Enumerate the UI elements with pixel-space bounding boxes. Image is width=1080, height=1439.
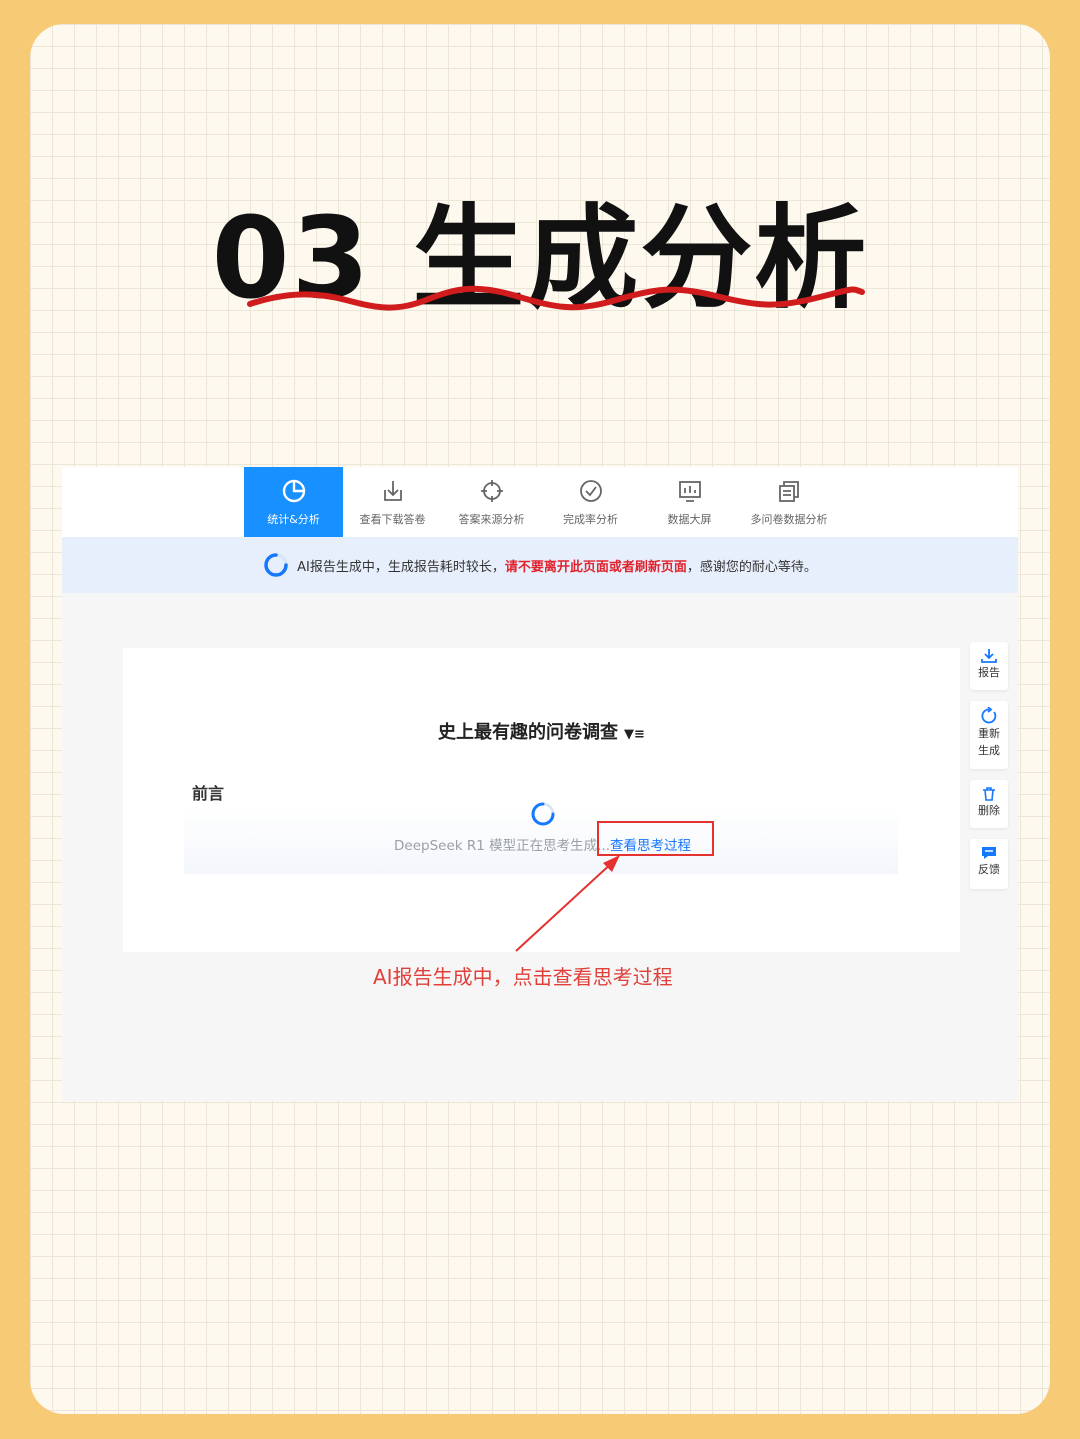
download-icon (383, 481, 402, 501)
tab-label: 多问卷数据分析 (750, 513, 828, 526)
annotation-caption: AI报告生成中，点击查看思考过程 (373, 965, 673, 989)
delete-button[interactable]: 删除 (970, 780, 1008, 828)
tab-multi-survey[interactable]: 多问卷数据分析 (739, 467, 839, 537)
tab-download[interactable]: 查看下载答卷 (343, 467, 442, 537)
tab-label: 数据大屏 (667, 513, 712, 526)
download-icon (981, 649, 997, 663)
tab-label: 统计&分析 (267, 513, 320, 526)
loading-spinner-icon (264, 553, 288, 577)
notice-warning: 请不要离开此页面或者刷新页面 (504, 559, 687, 575)
tab-statistics[interactable]: 统计&分析 (244, 467, 343, 537)
notice-suffix: ，感谢您的耐心等待。 (686, 559, 817, 575)
side-action-label: 反馈 (978, 863, 1000, 876)
loading-spinner-icon (531, 802, 555, 826)
red-underline-decoration (247, 285, 865, 311)
survey-title: 史上最有趣的问卷调查 ▼≡ (123, 718, 960, 744)
side-action-label: 删除 (978, 804, 1000, 817)
notice-prefix: AI报告生成中，生成报告耗时较长， (297, 559, 505, 575)
tab-source-analysis[interactable]: 答案来源分析 (442, 467, 541, 537)
side-action-label: 重新生成 (978, 727, 1000, 757)
ai-report-notice: AI报告生成中，生成报告耗时较长， 请不要离开此页面或者刷新页面 ，感谢您的耐心等待… (62, 537, 1018, 593)
regenerate-button[interactable]: 重新生成 (970, 701, 1008, 769)
section-heading: 前言 (192, 784, 225, 803)
tab-dashboard[interactable]: 数据大屏 (640, 467, 739, 537)
pie-chart-icon (282, 479, 305, 503)
monitor-chart-icon (678, 481, 701, 502)
filter-icon[interactable]: ▼≡ (624, 727, 645, 742)
crosshair-icon (480, 480, 503, 502)
side-action-label: 报告 (978, 666, 1000, 679)
tab-label: 完成率分析 (563, 513, 618, 526)
trash-icon (983, 787, 995, 801)
annotation-arrow (515, 855, 620, 952)
feedback-button[interactable]: 反馈 (970, 839, 1008, 889)
screenshot-panel: 统计&分析 查看下载答卷 答案来源分析 完成率分析 数据大屏 多问卷数据分析 A… (62, 467, 1018, 1101)
chat-icon (982, 847, 996, 859)
tab-completion[interactable]: 完成率分析 (541, 467, 640, 537)
report-download-button[interactable]: 报告 (970, 642, 1008, 690)
check-circle-icon (579, 480, 602, 502)
tab-label: 答案来源分析 (458, 513, 525, 526)
copy-docs-icon (779, 481, 799, 502)
survey-title-text: 史上最有趣的问卷调查 (438, 722, 619, 743)
tab-label: 查看下载答卷 (359, 513, 426, 526)
top-nav: 统计&分析 查看下载答卷 答案来源分析 完成率分析 数据大屏 多问卷数据分析 (62, 467, 1018, 538)
refresh-icon (981, 707, 997, 724)
